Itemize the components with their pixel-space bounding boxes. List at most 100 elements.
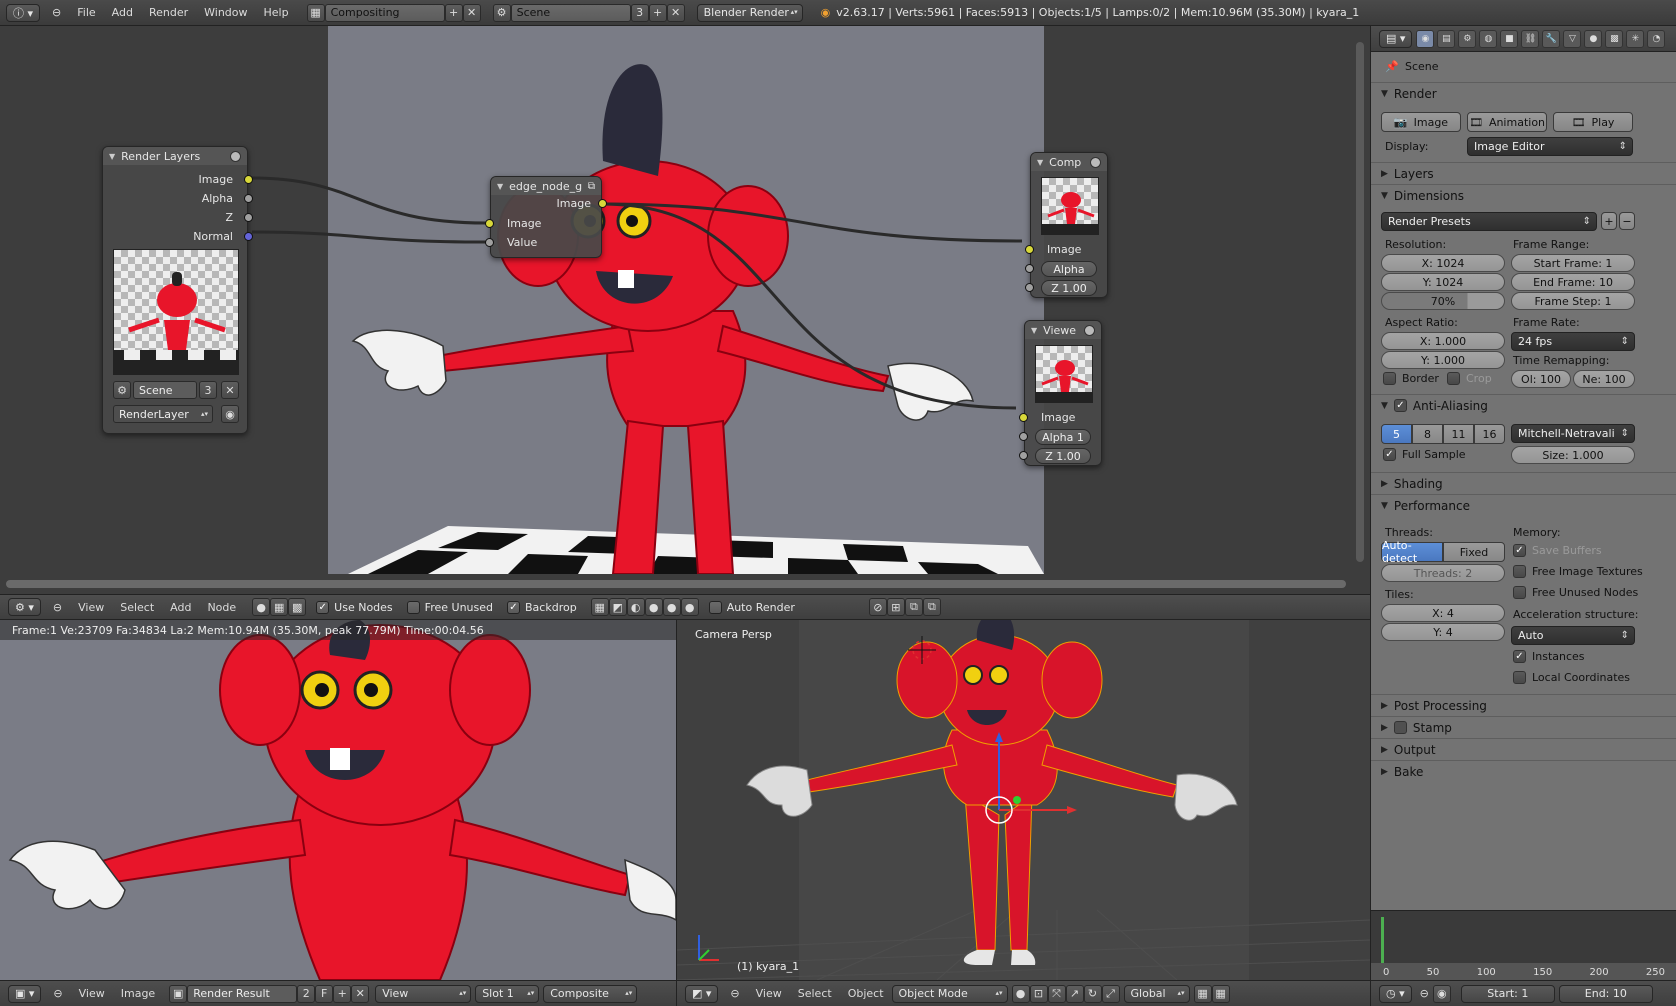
constraints-context-icon[interactable]: ⛓ [1521,29,1540,48]
viewer-z-socket[interactable] [1019,451,1028,460]
collapse-menu-icon[interactable]: ⊖ [722,987,747,1000]
auto-render-checkbox[interactable]: Auto Render [708,600,795,614]
viewer-alpha-field[interactable]: Alpha 1 [1035,429,1091,445]
render-slot-dropdown[interactable]: Slot 1 [475,984,540,1003]
node-editor-vertical-scrollbar[interactable] [1356,42,1364,562]
menu-file[interactable]: File [69,6,103,19]
node-editor-horizontal-scrollbar[interactable] [6,580,1346,588]
editor-type-button[interactable]: ⓘ ▾ [6,3,41,22]
resolution-y-field[interactable]: Y: 1024 [1381,273,1505,291]
image-browse-icon[interactable]: ▣ [169,984,188,1003]
viewport-shading-icon[interactable]: ● [1011,984,1030,1003]
aspect-y-field[interactable]: Y: 1.000 [1381,351,1505,369]
menu-add[interactable]: Add [104,6,141,19]
scene-browse-icon[interactable]: ⚙ [113,381,131,399]
menu-render[interactable]: Render [141,6,196,19]
particles-context-icon[interactable]: ✳ [1626,29,1645,48]
image-editor[interactable]: Frame:1 Ve:23709 Fa:34834 La:2 Mem:10.94… [0,620,676,980]
viewer-input-socket[interactable] [1019,413,1028,422]
scene-icon[interactable]: ⚙ [492,3,511,22]
collapse-triangle-icon[interactable]: ▼ [1037,158,1043,167]
viewer-node[interactable]: ▼ Viewe Image Alpha 1 Z 1.00 [1019,320,1102,466]
free-unused-nodes-checkbox[interactable]: Free Unused Nodes [1513,586,1638,599]
panel-layers[interactable]: ▶ Layers [1371,162,1676,184]
aspect-x-field[interactable]: X: 1.000 [1381,332,1505,350]
pivot-point-icon[interactable]: ⊡ [1029,984,1048,1003]
free-unused-checkbox[interactable]: Free Unused [406,600,493,614]
view3d-menu-object[interactable]: Object [840,987,892,1000]
output-socket-image[interactable] [244,175,253,184]
editor-type-button[interactable]: ▤ ▾ [1379,29,1413,48]
play-rendered-button[interactable]: 🎞 Play [1553,112,1633,132]
screen-layout-field[interactable]: Compositing [324,3,445,22]
collapse-menu-icon[interactable]: ⊖ [45,987,70,1000]
interaction-mode-dropdown[interactable]: Object Mode [891,984,1008,1003]
render-layers-node-header[interactable]: ▼ Render Layers [103,147,247,165]
tiles-x-field[interactable]: X: 4 [1381,604,1505,622]
image-menu-view[interactable]: View [71,987,113,1000]
collapse-triangle-icon[interactable]: ▼ [1031,326,1037,335]
collapse-menu-icon[interactable]: ⊖ [44,6,69,19]
add-preset-icon[interactable]: + [1601,212,1617,230]
output-socket-alpha[interactable] [244,194,253,203]
collapse-menu-icon[interactable]: ⊖ [45,601,70,614]
backdrop-green-icon[interactable]: ● [662,598,681,616]
texture-context-icon[interactable]: ▩ [1605,29,1624,48]
shader-nodes-icon[interactable]: ● [252,598,271,616]
anti-aliasing-enable-checkbox[interactable]: ✓ [1393,399,1407,412]
scene-context-icon[interactable]: ⚙ [1458,29,1477,48]
backdrop-red-icon[interactable]: ● [644,598,663,616]
snap-icon[interactable]: ⊘ [868,598,887,616]
material-context-icon[interactable]: ● [1584,29,1603,48]
panel-stamp[interactable]: ▶ Stamp [1371,716,1676,738]
translate-manipulator-icon[interactable]: ↗ [1065,984,1084,1003]
layers-grid-icon-2[interactable]: ▦ [1211,984,1230,1003]
panel-output[interactable]: ▶ Output [1371,738,1676,760]
timeline-start-frame-field[interactable]: Start: 1 [1460,984,1555,1003]
composite-alpha-field[interactable]: Alpha [1041,261,1097,277]
backdrop-rgba-icon[interactable]: ▦ [590,598,609,616]
image-name-field[interactable]: Render Result [187,984,298,1003]
node-preview-toggle-icon[interactable] [1084,324,1095,336]
node-preview-toggle-icon[interactable] [230,150,241,162]
delete-scene-icon[interactable]: ✕ [666,3,685,22]
pin-icon[interactable]: 📌 [1385,60,1399,73]
view3d-menu-view[interactable]: View [748,987,790,1000]
node-scene-clear-icon[interactable]: ✕ [221,381,239,399]
resolution-x-field[interactable]: X: 1024 [1381,254,1505,272]
image-menu-image[interactable]: Image [113,987,163,1000]
collapse-triangle-icon[interactable]: ▼ [497,182,503,191]
frame-rate-dropdown[interactable]: 24 fps [1511,332,1635,351]
texture-nodes-icon[interactable]: ▩ [288,598,307,616]
composite-input-socket[interactable] [1025,245,1034,254]
node-menu-add[interactable]: Add [162,601,199,614]
physics-context-icon[interactable]: ◔ [1647,29,1666,48]
render-image-button[interactable]: 📷 Image [1381,112,1461,132]
composite-z-socket[interactable] [1025,283,1034,292]
remap-old-field[interactable]: Ol: 100 [1511,370,1571,388]
manipulator-toggle-icon[interactable]: ⤧ [1047,984,1066,1003]
output-socket-normal[interactable] [244,232,253,241]
panel-performance[interactable]: ▼ Performance [1371,494,1676,516]
current-frame-marker[interactable] [1381,917,1384,967]
world-context-icon[interactable]: ◍ [1479,29,1498,48]
composite-node[interactable]: ▼ Comp Image Alpha Z 1.00 [1025,152,1108,298]
aa-samples-5[interactable]: 5 [1381,424,1412,444]
node-menu-node[interactable]: Node [199,601,244,614]
panel-anti-aliasing[interactable]: ▼ ✓ Anti-Aliasing [1371,394,1676,416]
border-checkbox[interactable]: Border [1383,372,1439,385]
delete-screen-icon[interactable]: ✕ [462,3,481,22]
add-screen-icon[interactable]: + [444,3,463,22]
viewer-node-header[interactable]: ▼ Viewe [1025,321,1101,339]
compositing-nodes-icon[interactable]: ▦ [270,598,289,616]
threads-count-field[interactable]: Threads: 2 [1381,564,1505,582]
free-image-textures-checkbox[interactable]: Free Image Textures [1513,565,1643,578]
crop-checkbox[interactable]: Crop [1447,372,1492,385]
group-node-header[interactable]: ▼ edge_node_g ⧉ [491,177,601,195]
object-context-icon[interactable]: ■ [1500,29,1519,48]
end-frame-field[interactable]: End Frame: 10 [1511,273,1635,291]
composite-z-field[interactable]: Z 1.00 [1041,280,1097,296]
panel-dimensions[interactable]: ▼ Dimensions [1371,184,1676,206]
tiles-y-field[interactable]: Y: 4 [1381,623,1505,641]
backdrop-blue-icon[interactable]: ● [680,598,699,616]
